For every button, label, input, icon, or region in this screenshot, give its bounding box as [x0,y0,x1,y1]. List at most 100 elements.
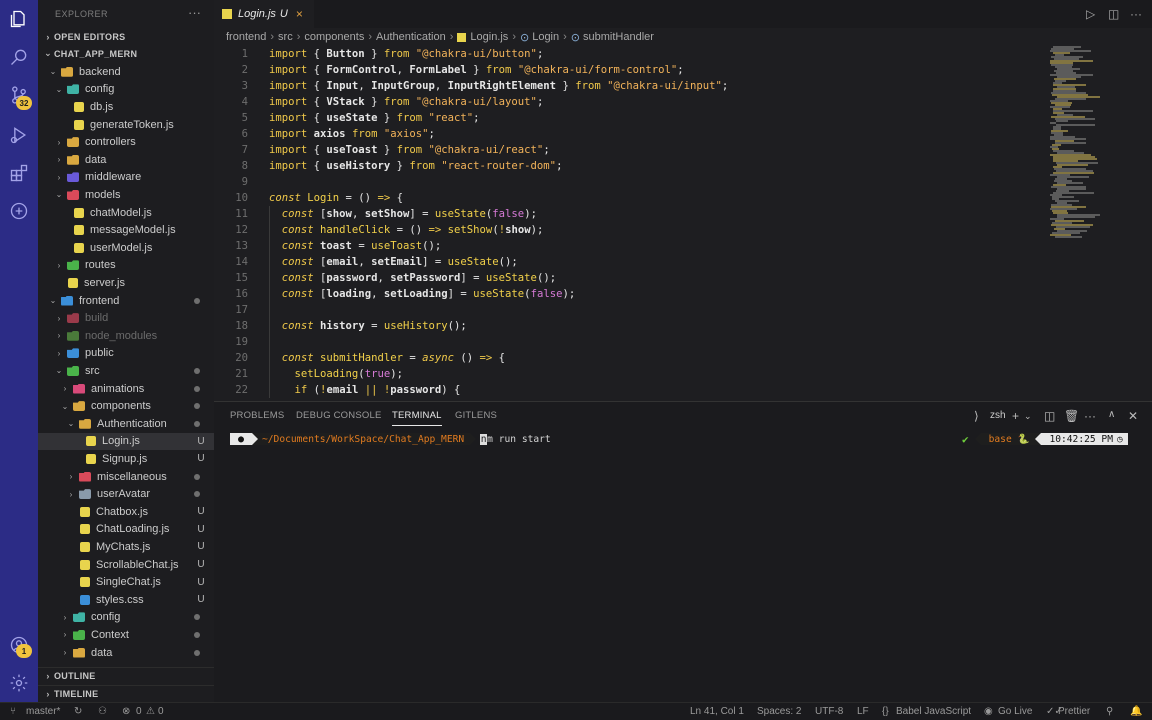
gear-icon[interactable] [8,672,30,694]
code-editor[interactable]: 1 import { Button } from "@chakra-ui/butt… [214,46,1152,400]
code-line[interactable]: const [email, setEmail] = useState(); [269,254,518,270]
folder-item[interactable]: › routes [38,257,214,275]
folder-item[interactable]: ⌄ components [38,397,214,415]
code-line[interactable]: const Login = () => { [269,190,403,206]
breadcrumb-item[interactable]: Login.js [470,31,508,43]
folder-item[interactable]: › config [38,609,214,627]
code-line[interactable]: import { useState } from "react"; [269,110,480,126]
file-item[interactable]: Signup.js U [38,450,214,468]
folder-item[interactable]: ⌄ Authentication [38,415,214,433]
code-line[interactable]: import { Button } from "@chakra-ui/butto… [269,46,543,62]
file-item[interactable]: styles.css U [38,591,214,609]
folder-item[interactable]: › public [38,345,214,363]
folder-item[interactable]: ⌄ config [38,81,214,99]
folder-item[interactable]: › data [38,151,214,169]
folder-item[interactable]: › animations [38,380,214,398]
tab-problems[interactable]: PROBLEMS [230,410,284,421]
folder-item[interactable]: › node_modules [38,327,214,345]
code-line[interactable]: setLoading(true); [269,366,403,382]
live-share-icon[interactable]: ⚇ [98,706,107,717]
breadcrumb-item[interactable]: frontend [226,31,266,43]
folder-item[interactable]: ⌄ models [38,186,214,204]
outline-section[interactable]: › OUTLINE [38,667,214,684]
feedback-icon[interactable]: ⚲ [1106,706,1113,717]
minimap[interactable] [1048,46,1108,246]
tab-close-button[interactable]: × [296,7,303,21]
maximize-panel-icon[interactable]: ∧ [1108,409,1115,420]
split-editor-icon[interactable]: ◫ [1108,7,1119,21]
explorer-icon[interactable] [8,8,30,30]
explorer-more-button[interactable]: ··· [188,5,201,20]
git-branch[interactable]: master* [26,706,60,717]
code-line[interactable]: if (!email || !password) { [269,382,461,398]
sync-icon[interactable]: ↻ [74,706,82,717]
folder-item[interactable]: › build [38,309,214,327]
folder-item[interactable]: › userAvatar [38,485,214,503]
breadcrumb-item[interactable]: submitHandler [583,31,654,43]
split-terminal-icon[interactable]: ◫ [1044,409,1055,423]
folder-item[interactable]: ⌄ src [38,362,214,380]
file-item[interactable]: db.js [38,98,214,116]
open-editors-section[interactable]: › OPEN EDITORS [38,28,214,45]
tab-login-js[interactable]: Login.js U × [214,0,314,28]
code-line[interactable]: const history = useHistory(); [269,318,467,334]
search-icon[interactable] [8,46,30,68]
file-item[interactable]: server.js [38,274,214,292]
file-item[interactable]: Chatbox.js U [38,503,214,521]
folder-item[interactable]: ⌄ backend [38,63,214,81]
code-line[interactable]: const handleClick = () => setShow(!show)… [269,222,544,238]
file-item[interactable]: userModel.js [38,239,214,257]
line-ending[interactable]: LF [857,706,869,717]
more-icon[interactable]: ··· [1084,409,1096,423]
code-line[interactable]: import { Input, InputGroup, InputRightEl… [269,78,728,94]
prettier-button[interactable]: Prettier [1058,706,1090,717]
timeline-section[interactable]: › TIMELINE [38,685,214,702]
go-live-button[interactable]: Go Live [998,706,1032,717]
file-item[interactable]: ChatLoading.js U [38,521,214,539]
indentation[interactable]: Spaces: 2 [757,706,801,717]
code-line[interactable]: import { FormControl, FormLabel } from "… [269,62,684,78]
terminal-command[interactable]: m run start [487,434,551,445]
folder-item[interactable]: › Context [38,626,214,644]
code-line[interactable]: const submitHandler = async () => { [269,350,505,366]
code-line[interactable]: import { useToast } from "@chakra-ui/rea… [269,142,550,158]
warning-count[interactable]: 0 [158,706,164,717]
remote-icon[interactable] [8,200,30,222]
breadcrumb-item[interactable]: Authentication [376,31,446,43]
file-item[interactable]: MyChats.js U [38,538,214,556]
tab-debug-console[interactable]: DEBUG CONSOLE [296,410,381,421]
code-line[interactable]: import axios from "axios"; [269,126,435,142]
folder-item[interactable]: › miscellaneous [38,468,214,486]
code-line[interactable]: import { useHistory } from "react-router… [269,158,562,174]
file-item[interactable]: ScrollableChat.js U [38,556,214,574]
cursor-position[interactable]: Ln 41, Col 1 [690,706,744,717]
more-icon[interactable]: ··· [1130,7,1142,21]
file-item[interactable]: chatModel.js [38,204,214,222]
language-mode[interactable]: Babel JavaScript [896,706,971,717]
folder-item[interactable]: › middleware [38,169,214,187]
breadcrumb-item[interactable]: components [304,31,364,43]
project-section[interactable]: ⌄ CHAT_APP_MERN [38,45,214,62]
code-line[interactable]: const [password, setPassword] = useState… [269,270,556,286]
breadcrumb-item[interactable]: src [278,31,293,43]
code-line[interactable]: import { VStack } from "@chakra-ui/layou… [269,94,543,110]
tab-terminal[interactable]: TERMINAL [392,410,442,426]
close-panel-icon[interactable]: ✕ [1128,409,1138,423]
code-line[interactable]: const [loading, setLoading] = useState(f… [269,286,575,302]
extensions-icon[interactable] [8,162,30,184]
tab-gitlens[interactable]: GITLENS [455,410,497,421]
code-line[interactable]: const toast = useToast(); [269,238,441,254]
chevron-down-icon[interactable]: ⌄ [1024,411,1032,422]
trash-icon[interactable]: 🗑 [1064,409,1079,423]
file-item[interactable]: Login.js U [38,432,214,451]
encoding[interactable]: UTF-8 [815,706,843,717]
run-debug-icon[interactable] [8,124,30,146]
file-item[interactable]: generateToken.js [38,116,214,134]
shell-name[interactable]: zsh [990,410,1006,421]
folder-item[interactable]: › controllers [38,133,214,151]
error-count[interactable]: 0 [136,706,142,717]
folder-item[interactable]: ⌄ frontend [38,292,214,310]
file-item[interactable]: SingleChat.js U [38,573,214,591]
code-line[interactable]: const [show, setShow] = useState(false); [269,206,537,222]
breadcrumb-item[interactable]: Login [532,31,559,43]
